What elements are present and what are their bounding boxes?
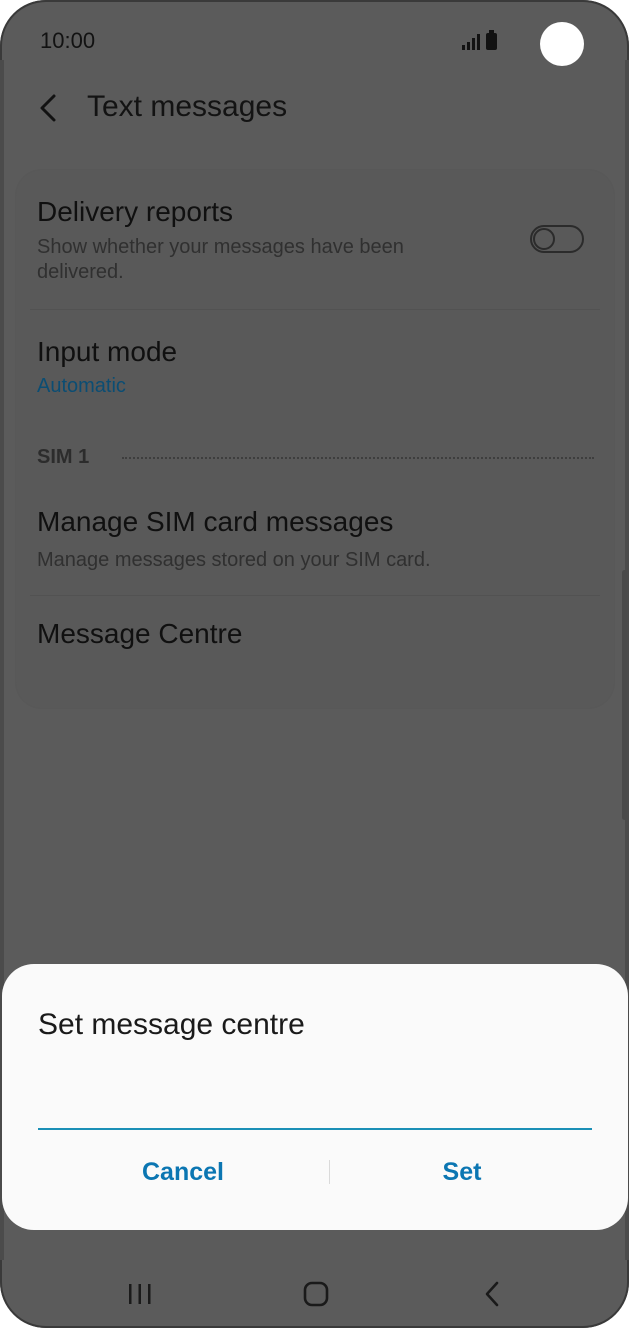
input-mode-row[interactable]: Input mode Automatic <box>16 310 614 420</box>
edge-panel-handle[interactable] <box>622 570 627 820</box>
delivery-reports-title: Delivery reports <box>37 196 234 227</box>
set-message-centre-dialog: Set message centre Cancel Set <box>2 964 628 1230</box>
dialog-title: Set message centre <box>38 1008 305 1041</box>
message-centre-row[interactable]: Message Centre <box>16 596 614 696</box>
phone-screen: 10:00 Text messages Delivery reports Sho… <box>0 0 629 1328</box>
section-dotted-line <box>122 457 594 459</box>
back-button[interactable] <box>30 88 66 128</box>
delivery-reports-description: Show whether your messages have been del… <box>37 236 404 283</box>
manage-sim-messages-row[interactable]: Manage SIM card messages Manage messages… <box>16 486 614 596</box>
section-header-sim1: SIM 1 <box>37 446 90 468</box>
home-button[interactable] <box>286 1272 346 1316</box>
manage-sim-messages-title: Manage SIM card messages <box>37 506 394 537</box>
nav-back-button[interactable] <box>462 1272 522 1316</box>
button-separator <box>329 1160 330 1184</box>
status-time: 10:00 <box>40 28 96 53</box>
home-icon <box>303 1281 329 1307</box>
recent-apps-button[interactable] <box>110 1272 170 1316</box>
recent-apps-icon <box>129 1284 151 1304</box>
delivery-reports-toggle[interactable] <box>530 225 584 253</box>
message-centre-title: Message Centre <box>37 618 243 649</box>
input-mode-value: Automatic <box>37 375 126 397</box>
set-button[interactable]: Set <box>332 1150 592 1194</box>
toggle-knob <box>533 228 555 250</box>
nav-back-icon <box>485 1281 499 1307</box>
settings-card: Delivery reports Show whether your messa… <box>16 170 614 708</box>
front-camera <box>540 22 584 66</box>
signal-icon <box>462 34 480 50</box>
battery-icon <box>486 30 497 50</box>
back-arrow-icon <box>40 94 56 122</box>
manage-sim-messages-description: Manage messages stored on your SIM card. <box>37 549 431 571</box>
page-title: Text messages <box>87 90 288 123</box>
delivery-reports-row[interactable]: Delivery reports Show whether your messa… <box>16 170 614 310</box>
cancel-button[interactable]: Cancel <box>38 1150 328 1194</box>
input-mode-title: Input mode <box>37 336 178 367</box>
status-icons <box>462 30 497 50</box>
message-centre-input[interactable] <box>38 1084 592 1130</box>
